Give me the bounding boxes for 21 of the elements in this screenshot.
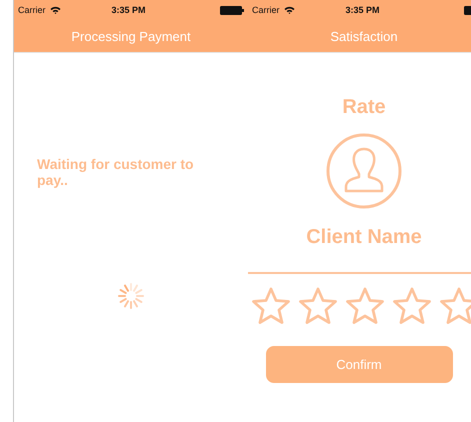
- client-name: Client Name: [306, 226, 422, 249]
- star-icon[interactable]: [345, 286, 385, 326]
- star-icon[interactable]: [298, 286, 338, 326]
- screen-title: Satisfaction: [330, 28, 398, 44]
- status-time: 3:35 PM: [112, 5, 146, 15]
- star-rating[interactable]: [251, 286, 471, 326]
- rate-heading: Rate: [342, 96, 386, 119]
- status-time: 3:35 PM: [346, 5, 380, 15]
- wifi-icon: [50, 6, 61, 14]
- star-icon[interactable]: [439, 286, 471, 326]
- wifi-icon: [284, 6, 295, 14]
- carrier-label: Carrier: [18, 5, 46, 15]
- confirm-button[interactable]: Confirm: [266, 346, 452, 383]
- screen-title: Processing Payment: [71, 28, 191, 44]
- battery-icon: [220, 6, 244, 14]
- star-icon[interactable]: [392, 286, 432, 326]
- carrier-label: Carrier: [252, 5, 280, 15]
- star-icon[interactable]: [251, 286, 291, 326]
- waiting-message: Waiting for customer to pay..: [37, 156, 195, 188]
- loading-spinner-icon: [118, 283, 144, 309]
- avatar-icon: [326, 133, 402, 209]
